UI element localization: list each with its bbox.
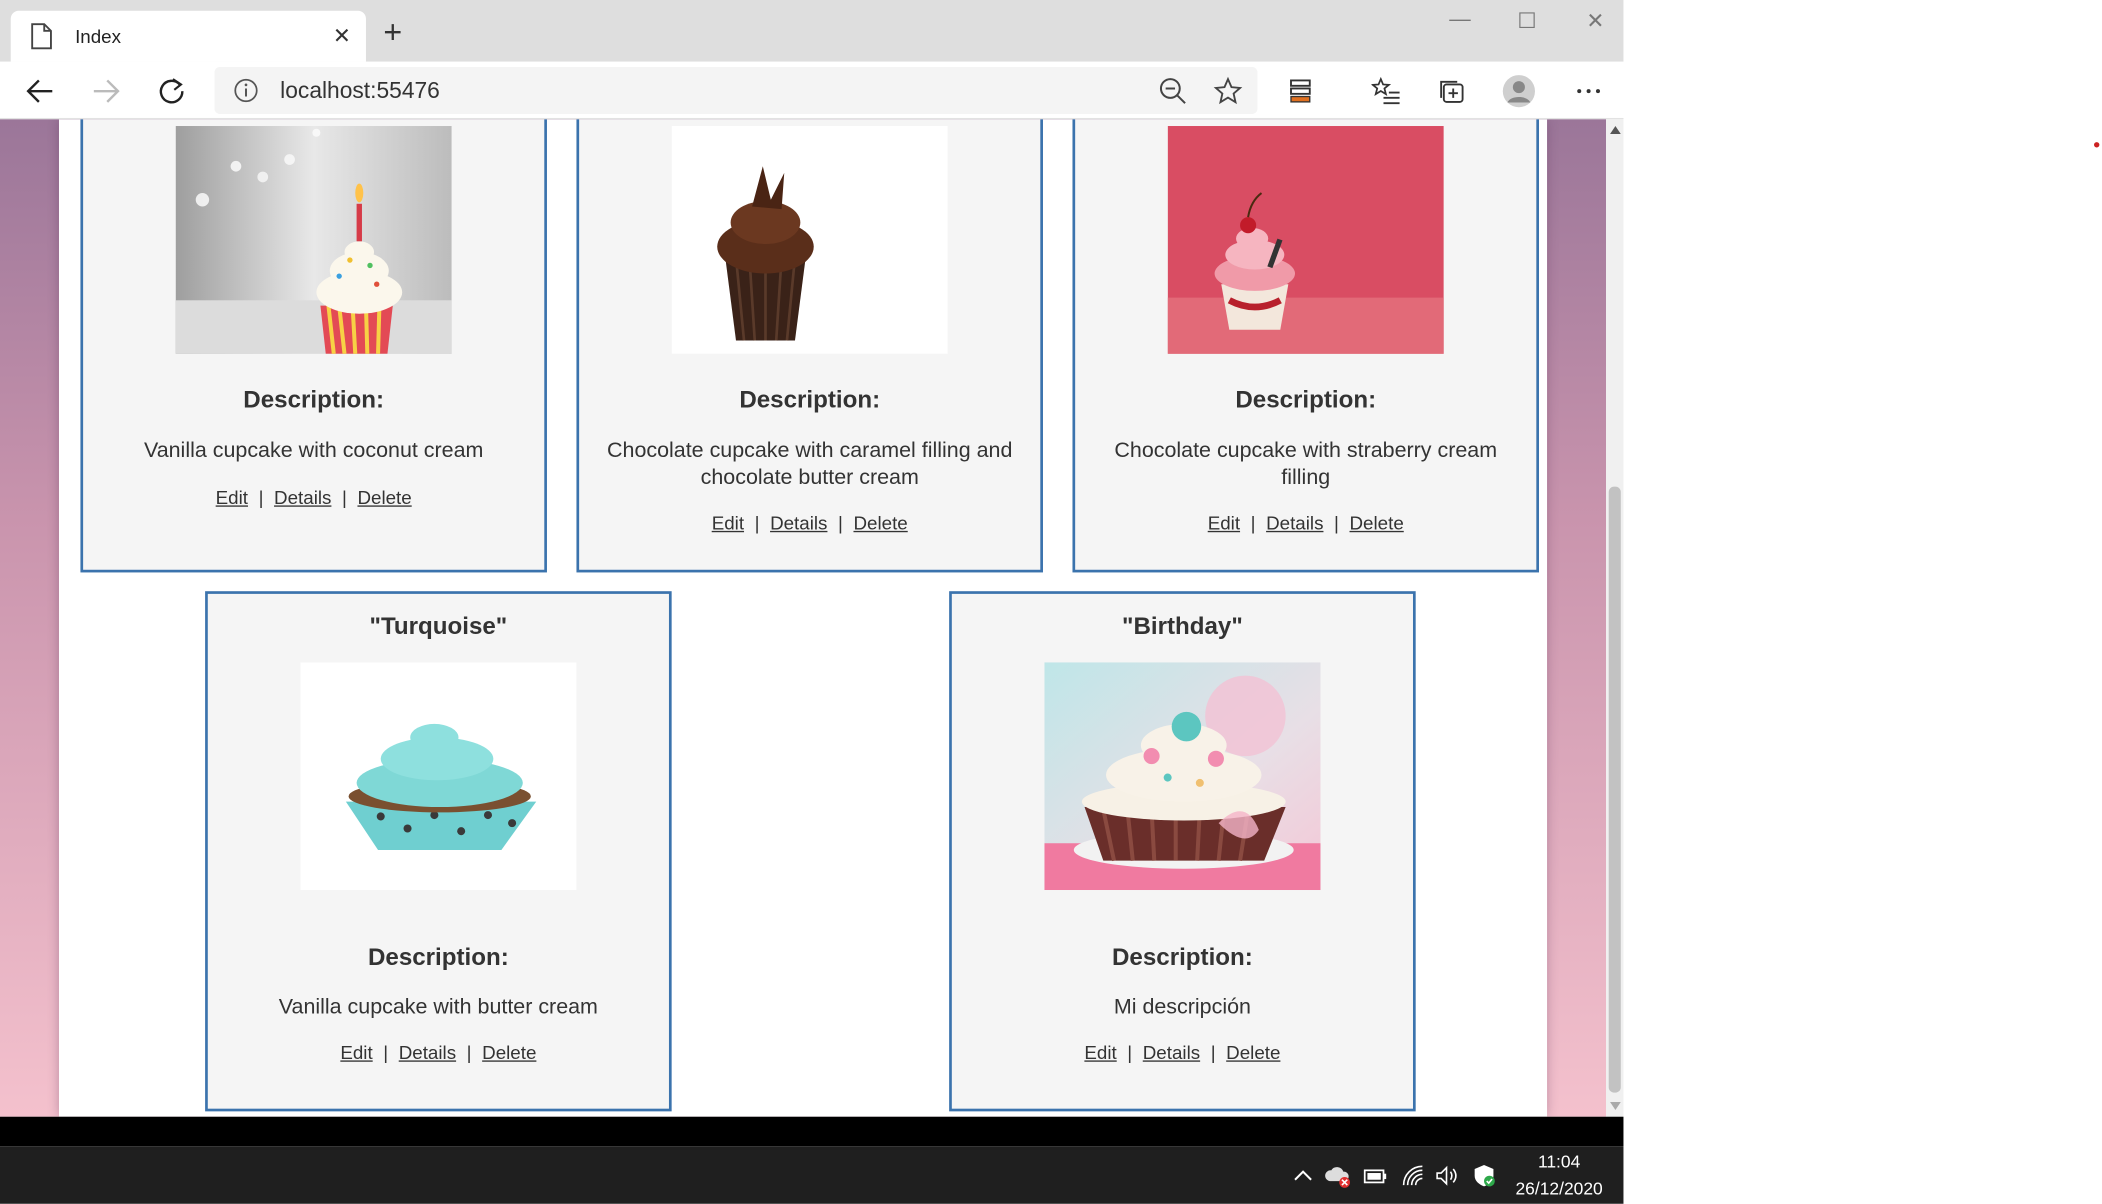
screen-band <box>0 1116 1624 1147</box>
page-content: Description: Vanilla cupcake with coconu… <box>58 119 1548 1117</box>
browser-tab[interactable]: Index ✕ <box>10 10 366 62</box>
security-shield-icon[interactable] <box>1471 1162 1498 1189</box>
description-label: Description: <box>739 386 881 413</box>
zoom-out-icon[interactable] <box>1158 76 1187 105</box>
profile-avatar-icon[interactable] <box>1500 72 1538 110</box>
product-card: Description: Chocolate cupcake with stra… <box>1072 119 1540 573</box>
edit-link[interactable]: Edit <box>1208 512 1240 533</box>
minimize-icon[interactable]: — <box>1440 8 1480 40</box>
extension-icon[interactable] <box>1282 72 1320 110</box>
separator: | <box>466 1041 472 1064</box>
product-card: "Turquoise" Description: Vanilla cupcake… <box>205 591 672 1112</box>
page-viewport: Description: Vanilla cupcake with coconu… <box>0 119 1607 1117</box>
details-link[interactable]: Details <box>1143 1042 1200 1063</box>
favorite-star-icon[interactable] <box>1213 76 1243 105</box>
refresh-icon[interactable] <box>153 72 191 110</box>
screen: Index ✕ + — ☐ ✕ localhost:55476 Descript… <box>0 0 2102 1204</box>
windows-taskbar: 11:04 26/12/2020 <box>0 1146 1624 1204</box>
details-link[interactable]: Details <box>770 512 827 533</box>
card-actions: Edit | Details | Delete <box>579 512 1040 533</box>
scroll-down-icon[interactable] <box>1610 1101 1621 1111</box>
delete-link[interactable]: Delete <box>357 487 411 508</box>
new-tab-button[interactable]: + <box>378 17 407 49</box>
product-card: Description: Vanilla cupcake with coconu… <box>80 119 547 573</box>
url-text[interactable]: localhost:55476 <box>280 78 440 105</box>
card-actions: Edit | Details | Delete <box>83 487 544 508</box>
more-options-icon[interactable] <box>1570 72 1608 110</box>
card-title: "Birthday" <box>1122 612 1243 640</box>
delete-link[interactable]: Delete <box>853 512 907 533</box>
description-text: Chocolate cupcake with caramel filling a… <box>607 439 1013 490</box>
delete-link[interactable]: Delete <box>482 1042 536 1063</box>
chevron-up-icon[interactable] <box>1290 1162 1317 1189</box>
browser-titlebar: Index ✕ + — ☐ ✕ <box>0 0 1624 62</box>
red-dot-marker <box>2094 142 2100 148</box>
tab-title: Index <box>75 25 121 47</box>
details-link[interactable]: Details <box>399 1042 456 1063</box>
vertical-scrollbar[interactable] <box>1606 119 1624 1117</box>
product-card: Description: Chocolate cupcake with cara… <box>576 119 1043 573</box>
page-icon <box>31 23 52 50</box>
vanilla-cupcake-image <box>175 126 452 354</box>
details-link[interactable]: Details <box>1266 512 1323 533</box>
scroll-up-icon[interactable] <box>1610 126 1621 135</box>
description-text: Mi descripción <box>1113 996 1251 1019</box>
window-close-icon[interactable]: ✕ <box>1575 8 1615 40</box>
separator: | <box>383 1041 389 1064</box>
battery-icon[interactable] <box>1362 1162 1389 1189</box>
edit-link[interactable]: Edit <box>712 512 744 533</box>
separator: | <box>1250 512 1256 534</box>
product-card: "Birthday" Description: Mi descripción E… <box>949 591 1416 1112</box>
separator: | <box>1210 1041 1216 1064</box>
scrollbar-thumb[interactable] <box>1608 486 1621 1093</box>
maximize-icon[interactable]: ☐ <box>1507 8 1547 40</box>
separator: | <box>754 512 760 534</box>
card-title: "Turquoise" <box>369 612 508 640</box>
delete-link[interactable]: Delete <box>1226 1042 1280 1063</box>
forward-arrow-icon[interactable] <box>87 72 125 110</box>
address-bar[interactable]: localhost:55476 <box>214 67 1258 114</box>
description-label: Description: <box>243 386 385 413</box>
wifi-icon[interactable] <box>1400 1162 1427 1189</box>
browser-toolbar: localhost:55476 <box>0 61 1624 120</box>
edit-link[interactable]: Edit <box>1084 1042 1116 1063</box>
card-actions: Edit | Details | Delete <box>952 1042 1413 1063</box>
birthday-cupcake-image <box>1044 662 1321 891</box>
collections-icon[interactable] <box>1433 72 1471 110</box>
cloud-error-icon[interactable] <box>1325 1162 1352 1189</box>
separator: | <box>341 486 347 509</box>
favorites-list-icon[interactable] <box>1367 72 1405 110</box>
card-actions: Edit | Details | Delete <box>1075 512 1536 533</box>
separator: | <box>258 486 264 509</box>
description-label: Description: <box>367 943 509 971</box>
description-text: Vanilla cupcake with coconut cream <box>143 439 484 463</box>
separator: | <box>838 512 843 534</box>
clock-date[interactable]: 26/12/2020 <box>1504 1178 1614 1198</box>
description-text: Chocolate cupcake with straberry cream f… <box>1114 439 1498 490</box>
separator: | <box>1127 1041 1133 1064</box>
card-actions: Edit | Details | Delete <box>208 1042 669 1063</box>
details-link[interactable]: Details <box>274 487 331 508</box>
clock-time[interactable]: 11:04 <box>1511 1152 1608 1172</box>
chocolate-cupcake-image <box>671 126 948 354</box>
description-label: Description: <box>1235 386 1377 413</box>
separator: | <box>1334 512 1339 534</box>
edit-link[interactable]: Edit <box>340 1042 372 1063</box>
strawberry-cupcake-image <box>1167 126 1444 354</box>
turquoise-cupcake-image <box>300 662 577 891</box>
description-label: Description: <box>1112 943 1253 971</box>
back-arrow-icon[interactable] <box>21 72 59 110</box>
close-tab-icon[interactable]: ✕ <box>328 23 355 50</box>
delete-link[interactable]: Delete <box>1350 512 1404 533</box>
edit-link[interactable]: Edit <box>216 487 248 508</box>
info-icon[interactable] <box>233 78 258 103</box>
volume-icon[interactable] <box>1433 1162 1460 1189</box>
description-text: Vanilla cupcake with butter cream <box>278 996 598 1019</box>
